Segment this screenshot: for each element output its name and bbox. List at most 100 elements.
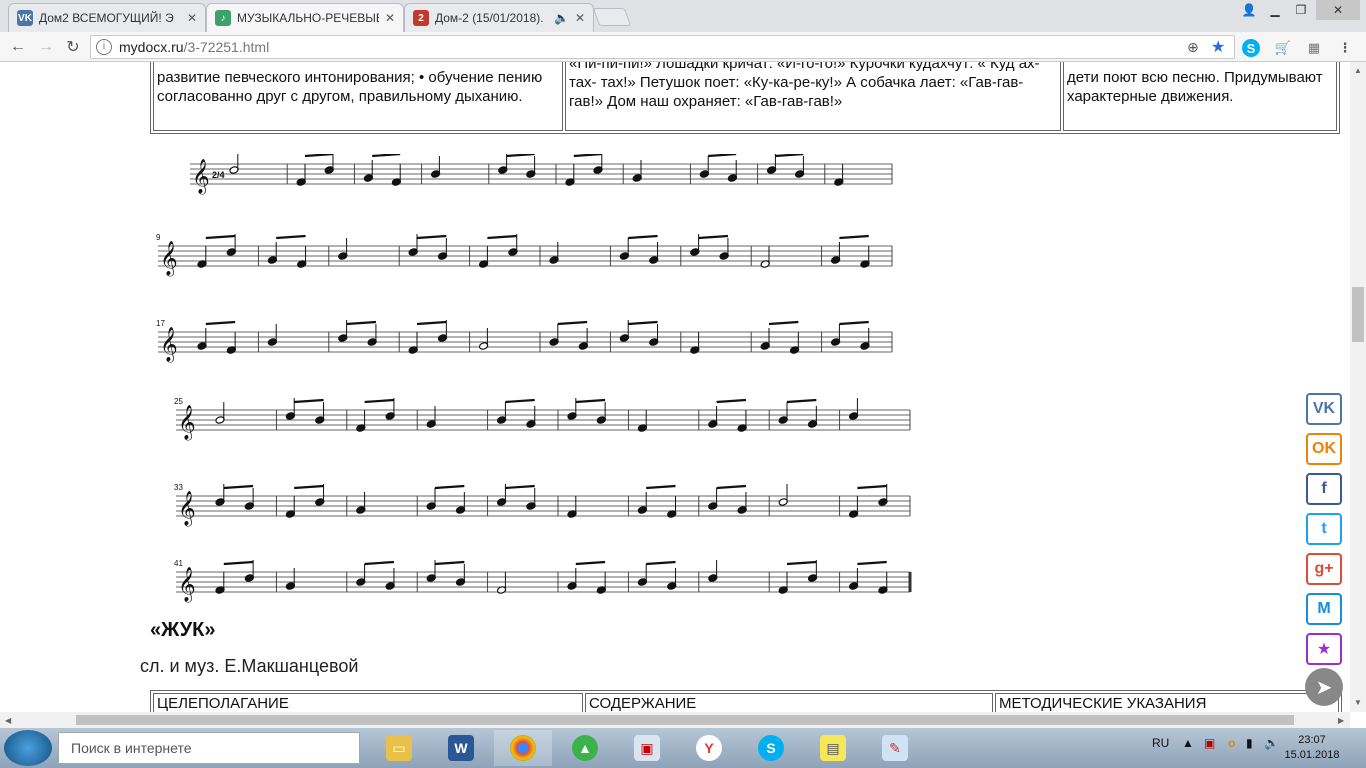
vertical-scrollbar[interactable]: ▲ ▼	[1350, 62, 1366, 712]
facebook-icon: f	[1321, 480, 1327, 497]
speaker-icon[interactable]: 🔈	[554, 11, 569, 25]
scroll-up-icon[interactable]: ▲	[1354, 66, 1362, 75]
tab-dom2-vk[interactable]: VK Дом2 ВСЕМОГУЩИЙ! Э ✕	[8, 3, 206, 32]
close-icon[interactable]: ✕	[385, 11, 395, 25]
zoom-icon[interactable]: ⊕	[1187, 39, 1199, 56]
extension-icon[interactable]: ▦	[1305, 39, 1323, 57]
time-signature: 2/4	[212, 170, 225, 180]
vk-icon: VK	[17, 10, 33, 26]
mail-share-button[interactable]: M	[1306, 593, 1342, 625]
new-tab-button[interactable]	[592, 8, 632, 26]
tab-strip: VK Дом2 ВСЕМОГУЩИЙ! Э ✕ ♪ МУЗЫКАЛЬНО-РЕЧ…	[0, 0, 1366, 32]
taskbar-yandex[interactable]: Y	[680, 730, 738, 766]
treble-clef-icon: 𝄞	[178, 491, 196, 527]
lesson-table-2: ЦЕЛЕПОЛАГАНИЕ СОДЕРЖАНИЕ МЕТОДИЧЕСКИЕ УК…	[150, 690, 1342, 712]
note-beam	[628, 234, 658, 240]
url-host: mydocx.ru	[119, 39, 184, 55]
note-beam	[205, 320, 236, 326]
volume-icon[interactable]: 🔈	[1264, 736, 1279, 750]
note-beam	[205, 234, 236, 240]
tab-musical[interactable]: ♪ МУЗЫКАЛЬНО-РЕЧЕВЫЕ ✕	[206, 3, 404, 32]
horizontal-scrollbar[interactable]: ◀ ▶	[0, 712, 1350, 728]
close-window-button[interactable]: ✕	[1316, 0, 1360, 20]
mail-icon: M	[1317, 600, 1331, 617]
note-beam	[575, 560, 606, 566]
tray-app-icon[interactable]: ▣	[1204, 736, 1215, 750]
taskbar-explorer[interactable]: ▭	[370, 730, 428, 766]
close-icon[interactable]: ✕	[187, 11, 197, 25]
back-button[interactable]: ←	[8, 37, 28, 57]
scroll-left-icon[interactable]: ◀	[5, 716, 11, 725]
taskbar-skype[interactable]: S	[742, 730, 800, 766]
skype-icon[interactable]: S	[1242, 39, 1260, 57]
tray-expand-icon[interactable]: ▲	[1182, 736, 1194, 750]
odnoklassniki-tray-icon[interactable]: o	[1228, 736, 1235, 750]
scroll-right-icon[interactable]: ▶	[1338, 716, 1344, 725]
taskbar-paint[interactable]: ✎	[866, 730, 924, 766]
horizontal-scroll-thumb[interactable]	[76, 715, 1294, 725]
vertical-scroll-thumb[interactable]	[1352, 287, 1364, 342]
reload-button[interactable]: ↻	[63, 37, 83, 57]
clock-time: 23:07	[1298, 734, 1326, 746]
taskbar-screen[interactable]: ▣	[618, 730, 676, 766]
cart-icon[interactable]: 🛒	[1274, 39, 1292, 57]
address-bar[interactable]: i mydocx.ru/3-72251.html ⊕ ★	[90, 35, 1235, 59]
menu-icon[interactable]: ⋮	[1336, 39, 1354, 57]
note-beam	[346, 320, 377, 326]
taskbar-word[interactable]: W	[432, 730, 490, 766]
note-beam	[364, 398, 395, 404]
page-viewport: развитие певческого интонирования; • обу…	[0, 62, 1350, 712]
facebook-share-button[interactable]: f	[1306, 473, 1342, 505]
user-icon[interactable]: 👤	[1236, 0, 1262, 20]
restore-button[interactable]: ❐	[1288, 0, 1314, 20]
tab-dom2-video[interactable]: 2 Дом-2 (15/01/2018). 🔈 ✕	[404, 3, 594, 32]
header-content: СОДЕРЖАНИЕ	[585, 693, 993, 712]
bookmark-star-icon[interactable]: ★	[1211, 37, 1225, 57]
note-beam	[223, 560, 254, 566]
scroll-down-icon[interactable]: ▼	[1354, 698, 1362, 707]
start-button[interactable]	[4, 730, 52, 766]
treble-clef-icon: 𝄞	[160, 241, 178, 277]
lesson-table-1: развитие певческого интонирования; • обу…	[150, 62, 1340, 134]
triangle-icon: ▲	[572, 735, 598, 761]
bookmark-share-button[interactable]: ★	[1306, 633, 1342, 665]
close-icon[interactable]: ✕	[575, 11, 585, 25]
note-beam	[294, 398, 324, 404]
ok-share-button[interactable]: OK	[1306, 433, 1342, 465]
signal-icon[interactable]: ▮	[1246, 736, 1253, 750]
note-beam	[372, 154, 401, 158]
note-beam	[223, 484, 254, 490]
measure-number: 41	[174, 559, 183, 568]
taskbar-chrome[interactable]	[494, 730, 552, 766]
header-goals: ЦЕЛЕПОЛАГАНИЕ	[153, 693, 583, 712]
cell-notes: дети поют всю песню. Придумывают характе…	[1063, 62, 1337, 131]
url-path: /3-72251.html	[183, 39, 270, 55]
minimize-button[interactable]: ▁	[1262, 0, 1288, 20]
note-beam	[573, 154, 602, 158]
sticky-notes-icon: ▤	[820, 735, 846, 761]
word-icon: W	[448, 735, 474, 761]
share-arrow-button[interactable]: ➤	[1305, 668, 1343, 706]
tab-title: Дом2 ВСЕМОГУЩИЙ! Э	[39, 11, 174, 25]
page-icon: ♪	[215, 10, 231, 26]
taskbar-app-green[interactable]: ▲	[556, 730, 614, 766]
note-beam	[775, 154, 804, 158]
note-beam	[434, 484, 465, 490]
note-beam	[276, 234, 306, 240]
info-icon[interactable]: i	[96, 39, 112, 55]
treble-clef-icon: 𝄞	[178, 405, 196, 441]
language-indicator[interactable]: RU	[1152, 736, 1169, 750]
taskbar-notes[interactable]: ▤	[804, 730, 862, 766]
twitter-share-button[interactable]: t	[1306, 513, 1342, 545]
vk-share-button[interactable]: VK	[1306, 393, 1342, 425]
note-beam	[294, 484, 324, 490]
note-beam	[646, 560, 676, 566]
note-beam	[364, 560, 395, 566]
gplus-share-button[interactable]: g+	[1306, 553, 1342, 585]
forward-button[interactable]: →	[36, 37, 56, 57]
clock[interactable]: 23:07 15.01.2018	[1282, 733, 1342, 763]
gplus-icon: g+	[1314, 560, 1334, 577]
note-beam	[505, 484, 535, 490]
taskbar-search[interactable]: Поиск в интернете	[58, 732, 360, 764]
treble-clef-icon: 𝄞	[192, 159, 210, 195]
